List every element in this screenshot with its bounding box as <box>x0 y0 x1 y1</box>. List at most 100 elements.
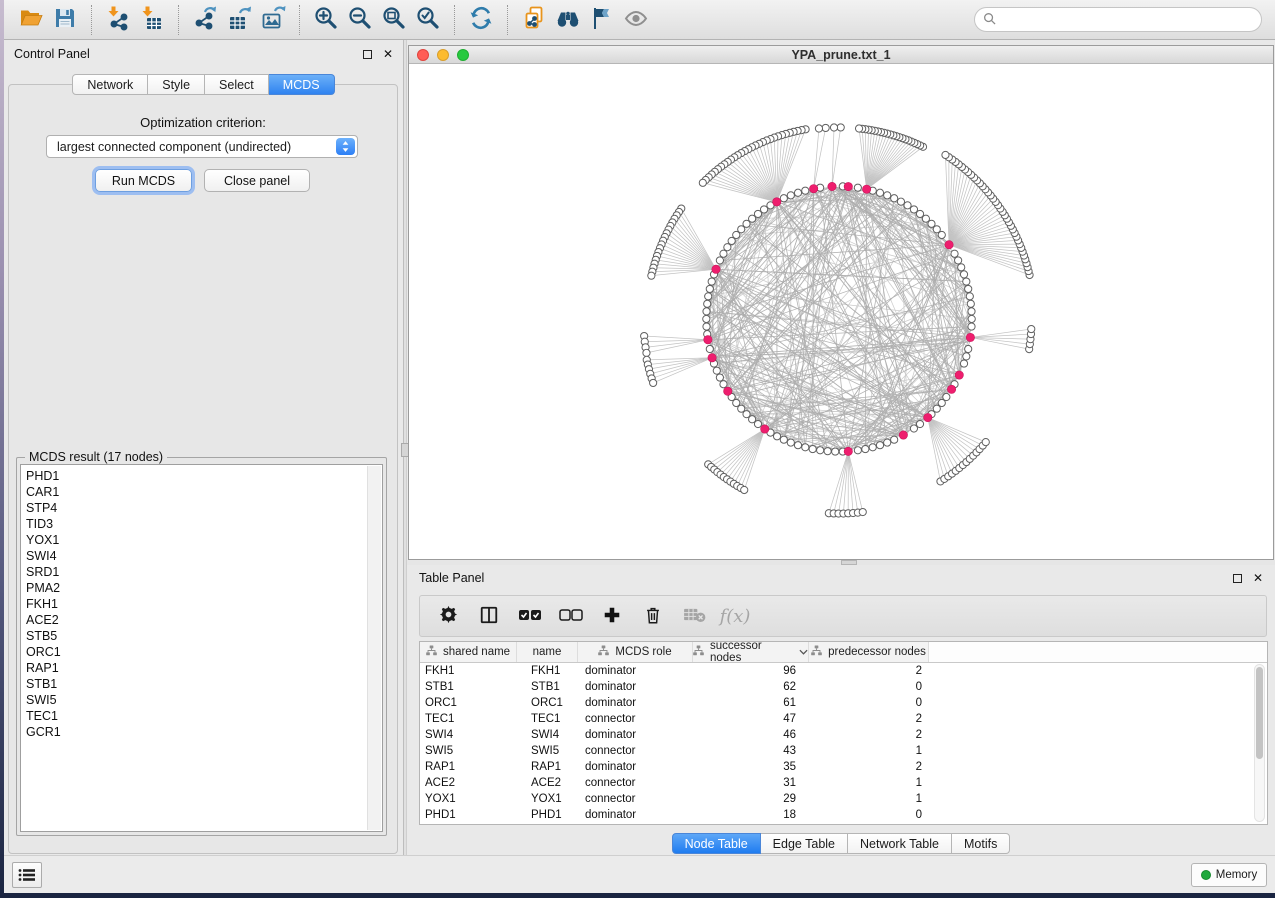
result-node[interactable]: GCR1 <box>26 724 364 740</box>
cell: FKH1 <box>420 665 517 677</box>
table-row[interactable]: SWI5SWI5connector431 <box>420 743 1267 759</box>
tab-edge-table[interactable]: Edge Table <box>761 833 848 854</box>
task-history-button[interactable] <box>12 862 42 888</box>
table-row[interactable]: FKH1FKH1dominator962 <box>420 663 1267 679</box>
tab-node-table[interactable]: Node Table <box>672 833 761 854</box>
close-panel-button[interactable]: Close panel <box>204 169 310 192</box>
tab-motifs[interactable]: Motifs <box>952 833 1010 854</box>
float-panel-icon[interactable] <box>1233 574 1242 583</box>
column-header-MCDS-role[interactable]: MCDS role <box>578 642 693 662</box>
network-canvas[interactable] <box>409 64 1273 559</box>
run-mcds-button[interactable]: Run MCDS <box>95 169 192 192</box>
memory-button[interactable]: Memory <box>1191 863 1267 887</box>
result-node[interactable]: SWI5 <box>26 692 364 708</box>
tab-network-table[interactable]: Network Table <box>848 833 952 854</box>
mcds-panel: Optimization criterion: largest connecte… <box>8 84 398 854</box>
zoom-in-button[interactable] <box>309 4 343 36</box>
column-label: name <box>533 646 562 658</box>
search-input[interactable] <box>1001 13 1253 27</box>
import-table-button[interactable] <box>135 4 169 36</box>
result-scrollbar[interactable] <box>367 466 381 830</box>
save-session-button[interactable] <box>48 4 82 36</box>
close-panel-icon[interactable]: ✕ <box>383 50 393 59</box>
table-row[interactable]: TEC1TEC1connector472 <box>420 711 1267 727</box>
main-toolbar <box>4 0 1275 40</box>
zoom-selected-button[interactable] <box>411 4 445 36</box>
import-network-button[interactable] <box>101 4 135 36</box>
table-row[interactable]: PHD1PHD1dominator180 <box>420 807 1267 823</box>
result-node[interactable]: PHD1 <box>26 468 364 484</box>
open-file-button[interactable] <box>14 4 48 36</box>
cell: 0 <box>809 697 929 709</box>
result-node[interactable]: ORC1 <box>26 644 364 660</box>
result-node[interactable]: CAR1 <box>26 484 364 500</box>
node-table[interactable]: shared name name MCDS rolesuccessor nodesp… <box>419 641 1268 825</box>
close-panel-icon[interactable]: ✕ <box>1253 574 1263 583</box>
cell: RAP1 <box>420 761 517 773</box>
zoom-out-button[interactable] <box>343 4 377 36</box>
network-graph[interactable] <box>409 64 1273 559</box>
column-header-predecessor-nodes[interactable]: predecessor nodes <box>809 642 929 662</box>
cell: dominator <box>578 809 693 821</box>
tab-mcds[interactable]: MCDS <box>269 74 335 95</box>
result-node[interactable]: YOX1 <box>26 532 364 548</box>
cell: YOX1 <box>517 793 578 805</box>
cell: 0 <box>809 681 929 693</box>
mcds-result-list[interactable]: PHD1CAR1STP4TID3YOX1SWI4SRD1PMA2FKH1ACE2… <box>20 464 383 832</box>
result-node[interactable]: SWI4 <box>26 548 364 564</box>
table-row[interactable]: YOX1YOX1connector291 <box>420 791 1267 807</box>
export-table-button[interactable] <box>222 4 256 36</box>
select-all-button[interactable] <box>518 604 542 628</box>
result-node[interactable]: SRD1 <box>26 564 364 580</box>
criterion-select[interactable]: largest connected component (undirected) <box>46 135 358 158</box>
column-header-name[interactable]: name <box>517 642 578 662</box>
control-panel: Control Panel ✕ NetworkStyleSelectMCDS O… <box>4 40 403 855</box>
clone-network-button[interactable] <box>517 4 551 36</box>
tab-select[interactable]: Select <box>205 74 269 95</box>
tab-style[interactable]: Style <box>148 74 205 95</box>
maximize-window-icon[interactable] <box>457 49 469 61</box>
result-node[interactable]: PMA2 <box>26 580 364 596</box>
float-panel-icon[interactable] <box>363 50 372 59</box>
cell: 0 <box>809 809 929 821</box>
close-window-icon[interactable] <box>417 49 429 61</box>
table-panel-title: Table Panel <box>419 571 484 585</box>
cell: 31 <box>693 777 809 789</box>
show-hide-graphics-button[interactable] <box>619 4 653 36</box>
result-node[interactable]: TEC1 <box>26 708 364 724</box>
tab-network[interactable]: Network <box>72 74 148 95</box>
result-node[interactable]: STB1 <box>26 676 364 692</box>
scrollbar-thumb[interactable] <box>1256 667 1263 759</box>
settings-gear-button[interactable] <box>436 604 460 628</box>
delete-column-button[interactable] <box>641 604 665 628</box>
search-network-button[interactable] <box>551 4 585 36</box>
refresh-button[interactable] <box>464 4 498 36</box>
cell: SWI4 <box>420 729 517 741</box>
search-box[interactable] <box>974 7 1262 32</box>
table-row[interactable]: ACE2ACE2connector311 <box>420 775 1267 791</box>
export-network-button[interactable] <box>188 4 222 36</box>
table-scrollbar[interactable] <box>1254 664 1265 822</box>
result-node[interactable]: FKH1 <box>26 596 364 612</box>
table-row[interactable]: SWI4SWI4dominator462 <box>420 727 1267 743</box>
column-header-successor-nodes[interactable]: successor nodes <box>693 642 809 662</box>
function-builder-button: f(x) <box>723 604 747 628</box>
table-row[interactable]: ORC1ORC1dominator610 <box>420 695 1267 711</box>
result-node[interactable]: STP4 <box>26 500 364 516</box>
cell: connector <box>578 713 693 725</box>
result-node[interactable]: STB5 <box>26 628 364 644</box>
network-titlebar[interactable]: YPA_prune.txt_1 <box>409 46 1273 64</box>
table-row[interactable]: RAP1RAP1dominator352 <box>420 759 1267 775</box>
show-graphics-details-button[interactable] <box>585 4 619 36</box>
minimize-window-icon[interactable] <box>437 49 449 61</box>
deselect-all-button[interactable] <box>559 604 583 628</box>
column-header-shared-name[interactable]: shared name <box>420 642 517 662</box>
zoom-fit-button[interactable] <box>377 4 411 36</box>
result-node[interactable]: RAP1 <box>26 660 364 676</box>
result-node[interactable]: ACE2 <box>26 612 364 628</box>
result-node[interactable]: TID3 <box>26 516 364 532</box>
column-layout-button[interactable] <box>477 604 501 628</box>
table-row[interactable]: STB1STB1dominator620 <box>420 679 1267 695</box>
add-column-button[interactable] <box>600 604 624 628</box>
export-image-button[interactable] <box>256 4 290 36</box>
